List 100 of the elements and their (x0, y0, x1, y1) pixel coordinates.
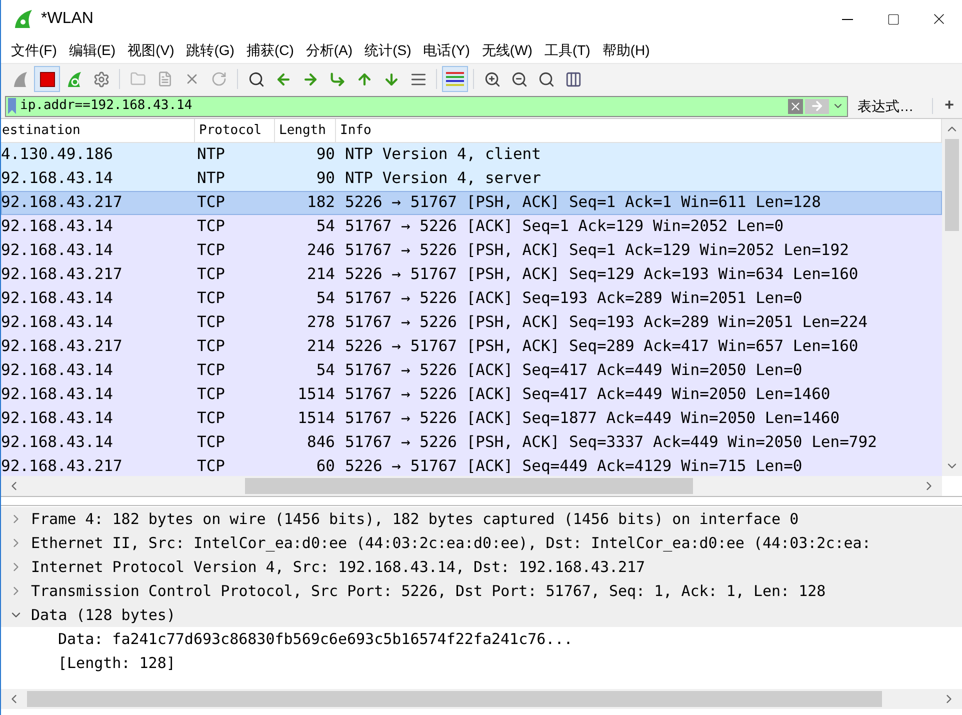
table-cell-text: 214 (306, 336, 335, 358)
packet-row[interactable]: 92.168.43.14 NTP 90 NTP Version 4, server (1, 167, 942, 191)
filter-text: ip.addr==192.168.43.14 (19, 97, 194, 116)
table-cell-text: TCP (196, 216, 226, 238)
zoom-in-icon (484, 70, 500, 88)
table-cell-text: 1514 (296, 408, 335, 430)
scrollbar-thumb[interactable] (245, 478, 693, 494)
tree-item-text: Frame 4: 182 bytes on wire (1456 bits), 182 bytes captured (1456 bits) on interface 0 (31, 508, 799, 530)
table-cell-text: 846 (306, 432, 335, 454)
table-cell-text: TCP (196, 192, 226, 214)
scrollbar-thumb[interactable] (945, 139, 959, 231)
table-cell-text: TCP (196, 360, 226, 382)
tree-item[interactable]: Internet Protocol Version 4, Src: 192.168.43.14, Dst: 192.168.43.217 (1, 555, 962, 579)
filter-field[interactable]: ip.addr==192.168.43.14 (5, 96, 848, 116)
table-cell-text: NTP Version 4, server (344, 168, 541, 190)
table-cell-text: 246 (306, 240, 335, 262)
expression-button[interactable]: 表达式… (848, 96, 924, 116)
colored-lines-button[interactable] (442, 66, 468, 92)
packet-row[interactable]: 92.168.43.217 TCP 182 5226 → 51767 [PSH, ACK] Seq=1 Ack=1 Win=611 Len=128 (1, 191, 942, 215)
table-cell-text: 51767 → 5226 [ACK] Seq=193 Ack=289 Win=2051 Len=0 (344, 288, 802, 310)
table-cell-text: TCP (196, 432, 226, 454)
packet-row[interactable]: 92.168.43.217 TCP 60 5226 → 51767 [ACK] Seq=449 Ack=4129 Win=715 Len=0 (1, 455, 942, 476)
table-cell-text: 92.168.43.217 (1, 264, 124, 286)
tree-item[interactable]: Frame 4: 182 bytes on wire (1456 bits), 182 bytes captured (1456 bits) on interface 0 (1, 507, 962, 531)
table-cell-text: 54 (315, 360, 335, 382)
table-cell-text: 92.168.43.14 (1, 432, 114, 454)
menu-item[interactable]: 视图(V) (122, 40, 180, 61)
app-fin-icon (13, 9, 33, 29)
table-cell-text: 54 (315, 288, 335, 310)
scrollbar-thumb[interactable] (27, 691, 882, 707)
table-cell-text: 51767 → 5226 [PSH, ACK] Seq=3337 Ack=449 Win=2050 Len=792 (344, 432, 877, 454)
menu-item[interactable]: 帮助(H) (596, 40, 656, 61)
table-cell-text: 92.168.43.14 (1, 312, 114, 334)
minimize-icon (842, 18, 852, 20)
table-cell-text: TCP (196, 312, 226, 334)
table-cell-text: NTP Version 4, client (344, 144, 541, 166)
tree-item[interactable]: Data (128 bytes) (1, 603, 962, 627)
clear-filter-icon[interactable] (788, 98, 803, 114)
packet-row[interactable]: 92.168.43.14 TCP 1514 51767 → 5226 [ACK] Seq=1877 Ack=449 Win=2050 Len=1460 (1, 407, 942, 431)
tree-item[interactable]: Ethernet II, Src: IntelCor_ea:d0:ee (44:03:2c:ea:d0:ee), Dst: IntelCor_ea:d0:ee (44:03:2c:ea: (1, 531, 962, 555)
packet-row[interactable]: 92.168.43.14 TCP 54 51767 → 5226 [ACK] Seq=193 Ack=289 Win=2051 Len=0 (1, 287, 942, 311)
stop-button[interactable] (34, 66, 60, 92)
add-filter-button[interactable]: + (940, 94, 958, 118)
tree-item-text: Internet Protocol Version 4, Src: 192.168.43.14, Dst: 192.168.43.217 (31, 556, 646, 578)
stop-icon (40, 72, 54, 86)
tree-item[interactable]: Transmission Control Protocol, Src Port: 5226, Dst Port: 51767, Seq: 1, Ack: 1, Len: 128 (1, 579, 962, 603)
table-cell-text: 5226 → 51767 [PSH, ACK] Seq=1 Ack=1 Win=611 Len=128 (344, 192, 821, 214)
menu-item[interactable]: 文件(F) (5, 40, 63, 61)
menu-item[interactable]: 工具(T) (538, 40, 596, 61)
zoom-out-icon (510, 70, 528, 88)
menu-item[interactable]: 分析(A) (300, 40, 359, 61)
table-cell-text: 51767 → 5226 [ACK] Seq=1 Ack=129 Win=2052 Len=0 (344, 216, 784, 238)
table-cell-text: 214 (306, 264, 335, 286)
resize-columns-icon (564, 70, 582, 88)
table-cell-text: 92.168.43.14 (1, 168, 114, 190)
table-cell-text: NTP (196, 144, 226, 166)
horizontal-scrollbar[interactable] (1, 689, 962, 709)
tree-item-text: Transmission Control Protocol, Src Port: 5226, Dst Port: 51767, Seq: 1, Ack: 1, Len: 128 (31, 580, 826, 602)
table-cell-text: 92.168.43.14 (1, 240, 114, 262)
table-cell-text: 92.168.43.217 (1, 456, 124, 476)
vertical-scrollbar[interactable] (942, 119, 962, 476)
packet-row[interactable]: 92.168.43.217 TCP 214 5226 → 51767 [PSH, ACK] Seq=129 Ack=193 Win=634 Len=160 (1, 263, 942, 287)
down-arrow-icon (382, 70, 400, 88)
zoom-reset-icon (538, 70, 554, 88)
up-arrow-icon (356, 70, 372, 88)
table-cell-text: 51767 → 5226 [PSH, ACK] Seq=1 Ack=129 Win=2052 Len=192 (344, 240, 849, 262)
packet-row[interactable]: 92.168.43.14 TCP 246 51767 → 5226 [PSH, ACK] Seq=1 Ack=129 Win=2052 Len=192 (1, 239, 942, 263)
table-cell-text: 51767 → 5226 [ACK] Seq=417 Ack=449 Win=2050 Len=0 (344, 360, 802, 382)
table-cell-text: 5226 → 51767 [ACK] Seq=449 Ack=4129 Win=715 Len=0 (344, 456, 802, 476)
table-cell-text: 92.168.43.14 (1, 216, 114, 238)
packet-row[interactable]: 92.168.43.14 TCP 54 51767 → 5226 [ACK] Seq=417 Ack=449 Win=2050 Len=0 (1, 359, 942, 383)
column-header[interactable]: Protocol (195, 119, 275, 142)
table-cell-text: 5226 → 51767 [PSH, ACK] Seq=289 Ack=417 Win=657 Len=160 (344, 336, 858, 358)
reload-icon (211, 71, 227, 87)
restart-icon (65, 70, 83, 88)
menu-item[interactable]: 跳转(G) (180, 40, 240, 61)
table-cell-text: 60 (315, 456, 335, 476)
packet-row[interactable]: 92.168.43.14 TCP 54 51767 → 5226 [ACK] Seq=1 Ack=129 Win=2052 Len=0 (1, 215, 942, 239)
column-header[interactable]: Length (275, 119, 336, 142)
packet-row[interactable]: 92.168.43.14 TCP 1514 51767 → 5226 [ACK] Seq=417 Ack=449 Win=2050 Len=1460 (1, 383, 942, 407)
column-header[interactable]: estination (1, 119, 195, 142)
table-cell-text: 1514 (296, 384, 335, 406)
table-cell-text: 90 (315, 144, 335, 166)
table-cell-text: 182 (306, 192, 335, 214)
table-cell-text: 92.168.43.14 (1, 384, 114, 406)
table-cell-text: 54 (315, 216, 335, 238)
menu-item[interactable]: 编辑(E) (62, 40, 122, 61)
table-cell-text: 4.130.49.186 (1, 144, 114, 166)
menu-item[interactable]: 无线(W) (476, 40, 538, 61)
horizontal-scrollbar[interactable] (1, 476, 942, 496)
document-icon (157, 71, 173, 87)
packet-row[interactable]: 92.168.43.14 TCP 278 51767 → 5226 [PSH, ACK] Seq=193 Ack=289 Win=2051 Len=224 (1, 311, 942, 335)
menu-item[interactable]: 电话(Y) (417, 40, 476, 61)
menu-item[interactable]: 统计(S) (358, 40, 418, 61)
menu-item[interactable]: 捕获(C) (240, 40, 300, 61)
packet-row[interactable]: 92.168.43.14 TCP 846 51767 → 5226 [PSH, ACK] Seq=3337 Ack=449 Win=2050 Len=792 (1, 431, 942, 455)
packet-row[interactable]: 92.168.43.217 TCP 214 5226 → 51767 [PSH, ACK] Seq=289 Ack=417 Win=657 Len=160 (1, 335, 942, 359)
packet-row[interactable]: 4.130.49.186 NTP 90 NTP Version 4, client (1, 143, 942, 167)
table-cell-text: 92.168.43.14 (1, 288, 114, 310)
window-title: *WLAN (41, 9, 94, 29)
